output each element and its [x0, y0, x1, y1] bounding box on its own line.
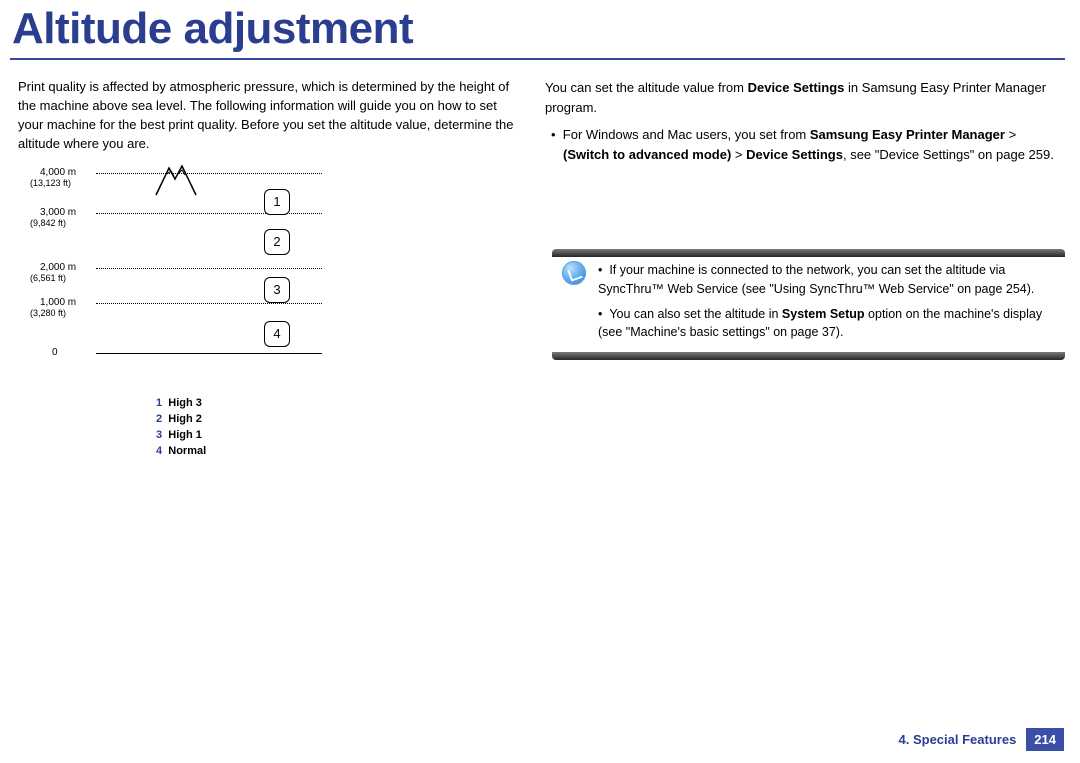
altitude-zero: 0 [52, 347, 58, 358]
altitude-feet: (9,842 ft) [30, 218, 66, 228]
right-column: You can set the altitude value from Devi… [545, 78, 1065, 172]
altitude-feet: (3,280 ft) [30, 308, 66, 318]
zone-box: 4 [264, 321, 290, 347]
altitude-legend: 1 High 3 2 High 2 3 High 1 4 Normal [156, 396, 206, 460]
page-title: Altitude adjustment [12, 4, 413, 54]
mountain-icon [151, 162, 201, 197]
altitude-feet: (6,561 ft) [30, 273, 66, 283]
windows-mac-bullet: • For Windows and Mac users, you set fro… [545, 125, 1065, 164]
note-bar-bottom [552, 352, 1065, 360]
altitude-feet: (13,123 ft) [30, 178, 71, 188]
note-callout: • If your machine is connected to the ne… [552, 249, 1065, 360]
zone-box: 3 [264, 277, 290, 303]
title-divider [10, 58, 1065, 60]
chapter-label: 4. Special Features [899, 732, 1017, 747]
note-icon [562, 261, 586, 285]
altitude-meters: 2,000 m [40, 262, 76, 273]
left-column: Print quality is affected by atmospheric… [18, 78, 523, 367]
page-number: 214 [1026, 728, 1064, 751]
legend-row: 1 High 3 [156, 396, 206, 412]
dotted-rule [96, 303, 322, 304]
zone-box: 1 [264, 189, 290, 215]
dotted-rule [96, 173, 322, 174]
solid-rule [96, 353, 322, 354]
note-bullet: • If your machine is connected to the ne… [598, 261, 1057, 299]
dotted-rule [96, 213, 322, 214]
intro-text: Print quality is affected by atmospheric… [18, 78, 523, 153]
altitude-meters: 4,000 m [40, 167, 76, 178]
legend-row: 4 Normal [156, 444, 206, 460]
altitude-meters: 3,000 m [40, 207, 76, 218]
altitude-diagram: 4,000 m (13,123 ft) 3,000 m (9,842 ft) 2… [18, 167, 348, 367]
set-altitude-line: You can set the altitude value from Devi… [545, 78, 1065, 117]
note-content: • If your machine is connected to the ne… [552, 257, 1065, 346]
dotted-rule [96, 268, 322, 269]
page-footer: 4. Special Features 214 [899, 728, 1064, 751]
note-bar-top [552, 249, 1065, 257]
altitude-meters: 1,000 m [40, 297, 76, 308]
legend-row: 3 High 1 [156, 428, 206, 444]
legend-row: 2 High 2 [156, 412, 206, 428]
note-bullet: • You can also set the altitude in Syste… [598, 305, 1057, 343]
zone-box: 2 [264, 229, 290, 255]
